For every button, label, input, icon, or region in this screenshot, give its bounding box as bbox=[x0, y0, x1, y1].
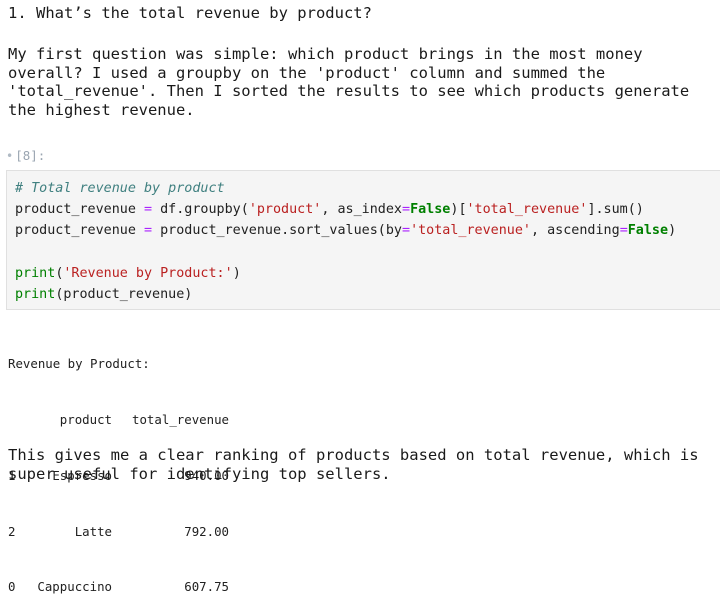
code-token: (product_revenue) bbox=[55, 286, 193, 302]
code-string: 'product' bbox=[248, 202, 322, 218]
code-operator: = bbox=[619, 223, 628, 239]
cell-status-dot-icon: • bbox=[6, 148, 14, 163]
code-string: 'Revenue by Product:' bbox=[63, 265, 233, 281]
code-operator: = bbox=[144, 223, 153, 239]
output-header-row: product total_revenue bbox=[8, 411, 229, 430]
row-index: 2 bbox=[8, 523, 16, 539]
code-comment: # Total revenue by product bbox=[15, 181, 225, 196]
code-token: product_revenue bbox=[160, 223, 282, 239]
markdown-heading: 1. What’s the total revenue by product? bbox=[8, 4, 372, 22]
row-total-revenue: 607.75 bbox=[184, 579, 229, 595]
code-operator: = bbox=[402, 202, 411, 218]
code-builtin: print bbox=[15, 265, 56, 281]
header-total-revenue: total_revenue bbox=[132, 411, 229, 427]
code-line-5: print('Revenue by Product:') bbox=[15, 263, 720, 284]
table-row: 0 Cappuccino 607.75 bbox=[8, 578, 229, 597]
code-token: product_revenue bbox=[15, 202, 136, 218]
code-operator: = bbox=[144, 202, 153, 218]
code-line-2: product_revenue = df.groupby('product', … bbox=[15, 199, 720, 220]
code-token: .sum() bbox=[595, 202, 644, 218]
row-total-revenue: 792.00 bbox=[184, 523, 229, 539]
table-row: 2 Latte 792.00 bbox=[8, 523, 229, 542]
code-string: 'total_revenue' bbox=[466, 202, 588, 218]
code-token: ) bbox=[232, 265, 241, 281]
execution-prompt: • [8]: bbox=[6, 148, 45, 163]
code-token: , as_index bbox=[321, 202, 402, 218]
code-token: [ bbox=[458, 202, 467, 218]
row-product: Cappuccino bbox=[37, 579, 112, 595]
code-line-3: product_revenue = product_revenue.sort_v… bbox=[15, 220, 720, 241]
code-cell[interactable]: # Total revenue by product product_reven… bbox=[6, 170, 720, 310]
header-index bbox=[8, 411, 30, 430]
code-line-6: print(product_revenue) bbox=[15, 284, 720, 305]
code-operator: = bbox=[402, 223, 411, 239]
code-token: df bbox=[160, 202, 177, 218]
code-builtin: print bbox=[15, 286, 56, 302]
code-line-1: # Total revenue by product bbox=[15, 178, 720, 199]
row-product: Latte bbox=[74, 523, 112, 539]
code-token: product_revenue bbox=[15, 223, 136, 239]
execution-count: [8]: bbox=[15, 148, 46, 163]
markdown-paragraph-intro: My first question was simple: which prod… bbox=[8, 45, 699, 119]
code-token: .sort_values(by bbox=[281, 223, 402, 239]
code-string: 'total_revenue' bbox=[410, 223, 531, 239]
header-product: product bbox=[59, 411, 112, 427]
code-token: .groupby( bbox=[176, 202, 249, 218]
code-token: ) bbox=[668, 223, 677, 239]
row-index: 0 bbox=[8, 579, 16, 595]
code-keyword: False bbox=[627, 223, 669, 239]
output-title: Revenue by Product: bbox=[8, 355, 229, 374]
code-keyword: False bbox=[410, 202, 451, 218]
markdown-paragraph-conclusion: This gives me a clear ranking of product… bbox=[8, 446, 708, 483]
output-title-text: Revenue by Product: bbox=[8, 356, 150, 372]
code-token: , ascending bbox=[531, 223, 620, 239]
code-token: ] bbox=[587, 202, 596, 218]
